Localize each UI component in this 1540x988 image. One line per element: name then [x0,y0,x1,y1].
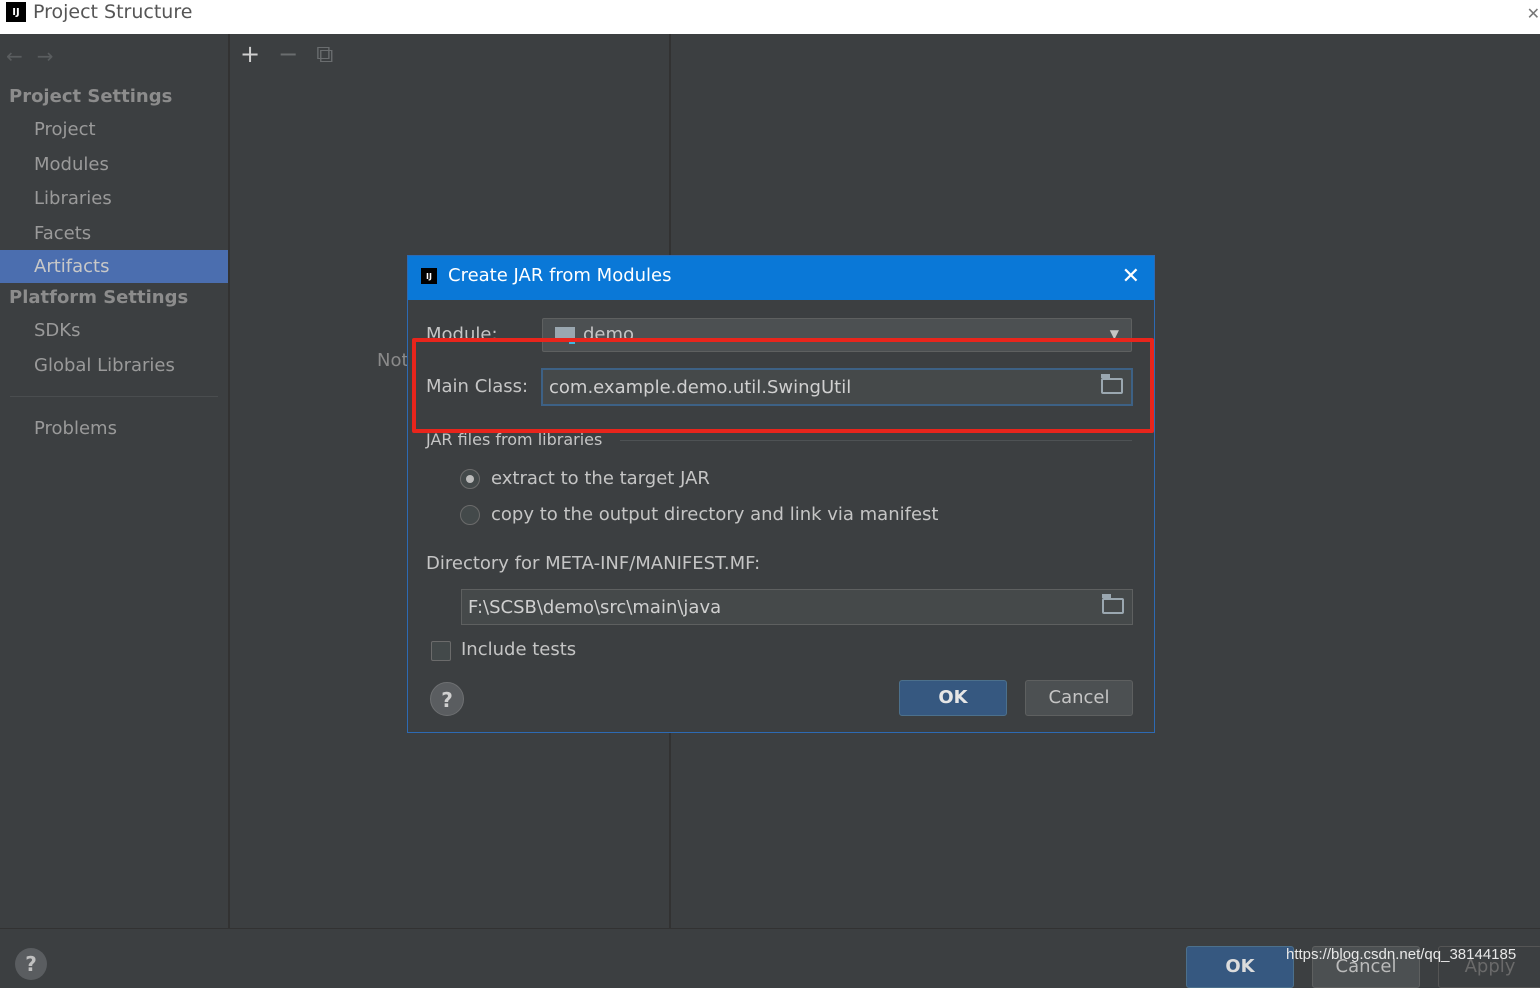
dialog-title: Create JAR from Modules [448,265,672,286]
panel-divider[interactable] [228,34,230,928]
back-arrow-icon[interactable]: ← [6,44,37,68]
dialog-ok-button[interactable]: OK [899,680,1007,716]
include-tests-checkbox[interactable] [431,641,451,661]
sidebar-item-facets[interactable]: Facets [0,217,228,250]
sidebar-item-artifacts[interactable]: Artifacts [0,250,228,283]
manifest-field [461,589,1133,625]
manifest-label: Directory for META-INF/MANIFEST.MF: [426,553,761,574]
ok-button[interactable]: OK [1186,946,1294,988]
radio-extract[interactable] [460,469,480,489]
section-platform-settings: Platform Settings [9,287,189,308]
intellij-logo-icon: IJ [419,266,439,286]
sidebar-item-project[interactable]: Project [0,113,228,146]
radio-copy-label[interactable]: copy to the output directory and link vi… [491,504,938,525]
sidebar-item-global-libraries[interactable]: Global Libraries [0,349,228,382]
window-title-bar: IJ Project Structure ✕ [0,0,1540,34]
sidebar-item-sdks[interactable]: SDKs [0,314,228,347]
sidebar-item-problems[interactable]: Problems [0,412,228,445]
add-icon[interactable]: + [240,40,260,68]
window-title: Project Structure [33,1,193,23]
section-project-settings: Project Settings [9,86,173,107]
copy-icon[interactable]: ⧉ [316,40,333,68]
create-jar-dialog: IJ Create JAR from Modules ✕ Module: dem… [407,255,1155,733]
empty-panel-text: Not [377,350,409,371]
remove-icon[interactable]: − [278,40,298,68]
watermark: https://blog.csdn.net/qq_38144185 [1286,946,1517,963]
manifest-input[interactable] [468,594,1008,620]
nav-arrows: ←→ [6,44,68,68]
jar-files-group-title: JAR files from libraries [426,430,603,449]
radio-copy[interactable] [460,505,480,525]
sidebar: ←→ Project Settings Project Modules Libr… [0,34,228,928]
help-icon[interactable]: ? [430,682,464,716]
highlight-box [412,338,1154,433]
forward-arrow-icon[interactable]: → [37,44,68,68]
radio-extract-label[interactable]: extract to the target JAR [491,468,710,489]
dialog-close-icon[interactable]: ✕ [1122,264,1140,289]
sidebar-divider [10,396,218,397]
group-divider [620,440,1132,441]
sidebar-item-libraries[interactable]: Libraries [0,182,228,215]
dialog-title-bar: IJ Create JAR from Modules ✕ [408,256,1154,300]
help-icon[interactable]: ? [15,948,47,980]
browse-folder-icon[interactable] [1102,594,1124,614]
artifacts-toolbar: + − ⧉ [240,40,351,68]
dialog-cancel-button[interactable]: Cancel [1025,680,1133,716]
include-tests-label[interactable]: Include tests [461,639,576,660]
sidebar-item-modules[interactable]: Modules [0,148,228,181]
window-close-icon[interactable]: ✕ [1527,4,1540,23]
intellij-logo-icon: IJ [4,0,28,24]
